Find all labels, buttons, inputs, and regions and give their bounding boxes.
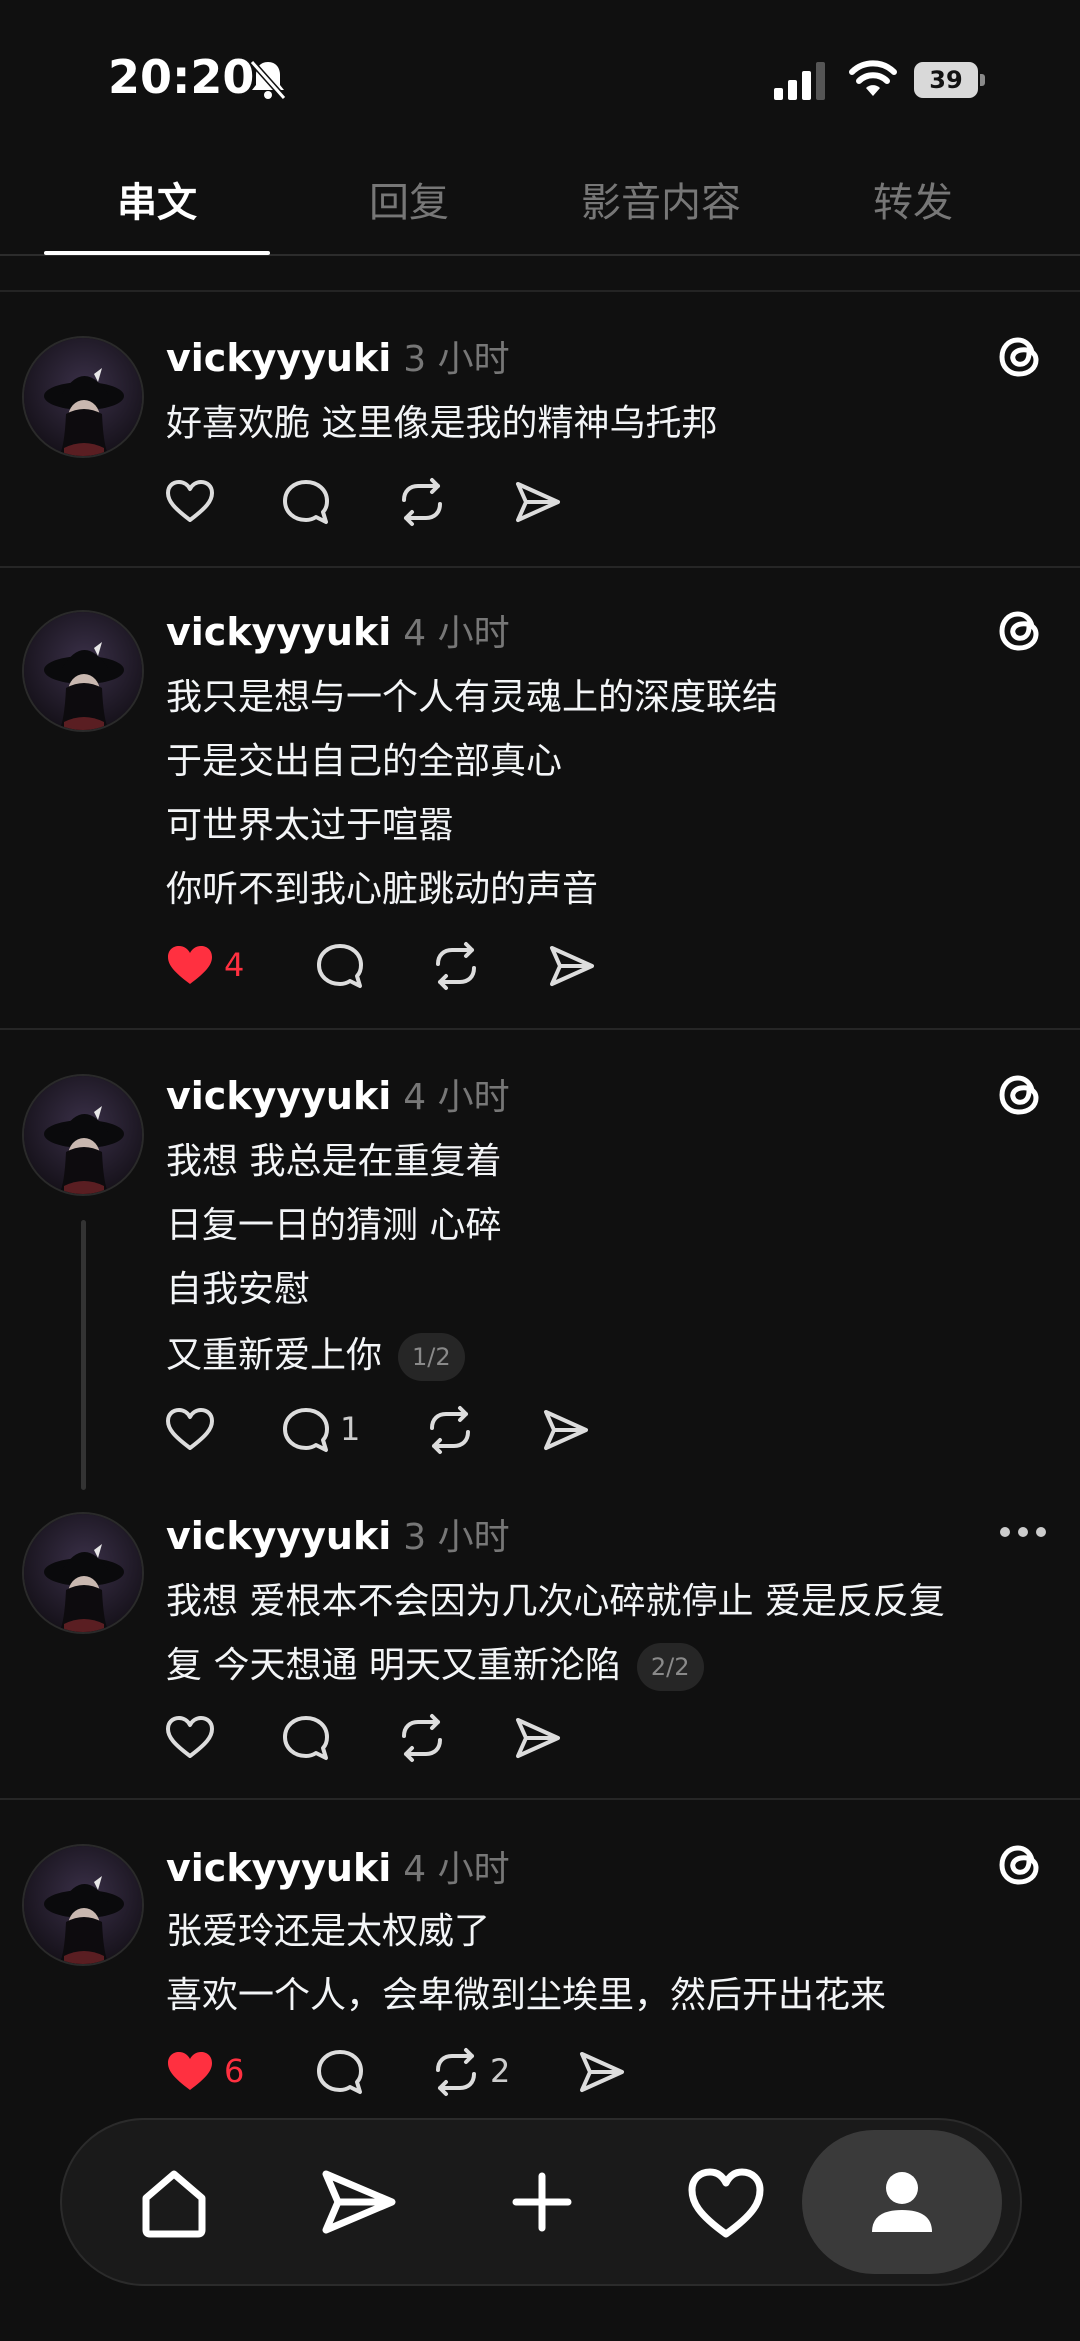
nav-create[interactable] <box>492 2152 592 2252</box>
post-username[interactable]: vickyyyuki 4 小时 <box>166 1840 510 1892</box>
comment-icon <box>317 2050 363 2094</box>
post-time: 3 小时 <box>403 1517 510 1558</box>
nav-activity[interactable] <box>676 2152 776 2252</box>
comment-icon <box>283 480 329 524</box>
thread-connector-line <box>81 1220 86 1490</box>
post-text-line: 你听不到我心脏跳动的声音 <box>166 869 599 910</box>
heart-outline-icon <box>166 1408 214 1450</box>
battery-level: 39 <box>929 66 963 94</box>
nav-send[interactable] <box>308 2152 408 2252</box>
threads-logo-icon <box>999 337 1039 377</box>
bell-muted-icon <box>249 60 287 100</box>
post-username[interactable]: vickyyyuki 3 小时 <box>166 330 510 382</box>
home-icon <box>142 2170 206 2238</box>
username-text[interactable]: vickyyyuki <box>166 1514 391 1558</box>
username-text[interactable]: vickyyyuki <box>166 1074 391 1118</box>
send-icon <box>322 2170 396 2234</box>
post-text-line: 我只是想与一个人有灵魂上的深度联结 <box>166 677 779 718</box>
avatar[interactable] <box>22 610 144 732</box>
active-tab-indicator <box>44 251 270 255</box>
reply-count: 1 <box>340 1410 361 1448</box>
post-username[interactable]: vickyyyuki 4 小时 <box>166 604 510 656</box>
post-time: 3 小时 <box>403 339 510 380</box>
post-username[interactable]: vickyyyuki 4 小时 <box>166 1068 510 1120</box>
post-username[interactable]: vickyyyuki 3 小时 <box>166 1508 510 1560</box>
post-divider <box>0 566 1080 568</box>
threads-logo-icon <box>999 1075 1039 1115</box>
post-divider <box>0 1028 1080 1030</box>
more-icon[interactable] <box>998 1524 1048 1540</box>
avatar[interactable] <box>22 1512 144 1634</box>
post-text-line: 可世界太过于喧嚣 <box>166 805 455 846</box>
post-text-line: 又重新爱上你 1/2 <box>166 1326 465 1381</box>
post-text-line: 喜欢一个人，会卑微到尘埃里，然后开出花来 <box>166 1975 887 2016</box>
repost-icon <box>430 1406 470 1454</box>
repost-count: 2 <box>490 2052 511 2090</box>
tab-replies[interactable]: 回复 <box>283 170 535 230</box>
comment-icon <box>283 1408 329 1452</box>
nav-home[interactable] <box>124 2152 224 2252</box>
like-count: 4 <box>224 946 245 984</box>
page-badge: 1/2 <box>398 1333 465 1381</box>
profile-tabs: 串文 回复 影音内容 转发 <box>0 150 1080 256</box>
repost-icon <box>402 478 442 526</box>
nav-profile[interactable] <box>802 2130 1002 2274</box>
battery-icon: 39 <box>914 62 985 98</box>
post-text-line: 日复一日的猜测 心碎 <box>166 1205 502 1246</box>
username-text[interactable]: vickyyyuki <box>166 1846 391 1890</box>
username-text[interactable]: vickyyyuki <box>166 336 391 380</box>
repost-icon <box>436 2048 476 2096</box>
heart-outline-icon <box>166 480 214 522</box>
tab-media[interactable]: 影音内容 <box>535 170 787 230</box>
status-time: 20:20 <box>108 50 255 104</box>
signal-icon <box>774 62 825 100</box>
send-icon <box>516 482 560 522</box>
post-text: 又重新爱上你 <box>166 1335 383 1376</box>
comment-icon <box>317 944 363 988</box>
post-text-line: 我想 爱根本不会因为几次心碎就停止 爱是反反复 <box>166 1581 945 1622</box>
avatar[interactable] <box>22 1844 144 1966</box>
profile-icon <box>872 2172 932 2232</box>
post-text-line: 我想 我总是在重复着 <box>166 1141 502 1182</box>
avatar[interactable] <box>22 1074 144 1196</box>
wifi-icon <box>849 60 897 96</box>
send-icon <box>544 1410 588 1450</box>
heart-filled-icon <box>168 946 212 984</box>
threads-logo-icon <box>999 1845 1039 1885</box>
comment-icon <box>283 1716 329 1760</box>
status-bar: 20:20 39 <box>0 0 1080 150</box>
post-text-line: 好喜欢脆 这里像是我的精神乌托邦 <box>166 403 718 444</box>
tab-threads[interactable]: 串文 <box>31 170 283 230</box>
post-time: 4 小时 <box>403 1849 510 1890</box>
post-text: 复 今天想通 明天又重新沦陷 <box>166 1645 621 1686</box>
bottom-nav <box>60 2118 1022 2286</box>
post-time: 4 小时 <box>403 1077 510 1118</box>
post-text-line: 于是交出自己的全部真心 <box>166 741 563 782</box>
username-text[interactable]: vickyyyuki <box>166 610 391 654</box>
send-icon <box>550 946 594 986</box>
tab-reposts[interactable]: 转发 <box>787 170 1039 230</box>
repost-icon <box>402 1714 442 1762</box>
send-icon <box>580 2052 624 2092</box>
repost-icon <box>436 942 476 990</box>
heart-icon <box>688 2168 764 2238</box>
page-badge: 2/2 <box>636 1643 704 1691</box>
divider <box>0 290 1080 292</box>
plus-icon <box>512 2172 572 2232</box>
post-time: 4 小时 <box>403 613 510 654</box>
post-divider <box>0 1798 1080 1800</box>
threads-logo-icon <box>999 611 1039 651</box>
avatar[interactable] <box>22 336 144 458</box>
post-text-line: 张爱玲还是太权威了 <box>166 1911 491 1952</box>
post-text-line: 自我安慰 <box>166 1269 311 1310</box>
heart-outline-icon <box>166 1716 214 1758</box>
like-count: 6 <box>224 2052 245 2090</box>
send-icon <box>516 1718 560 1758</box>
heart-filled-icon <box>168 2052 212 2090</box>
post-text-line: 复 今天想通 明天又重新沦陷 2/2 <box>166 1636 704 1691</box>
